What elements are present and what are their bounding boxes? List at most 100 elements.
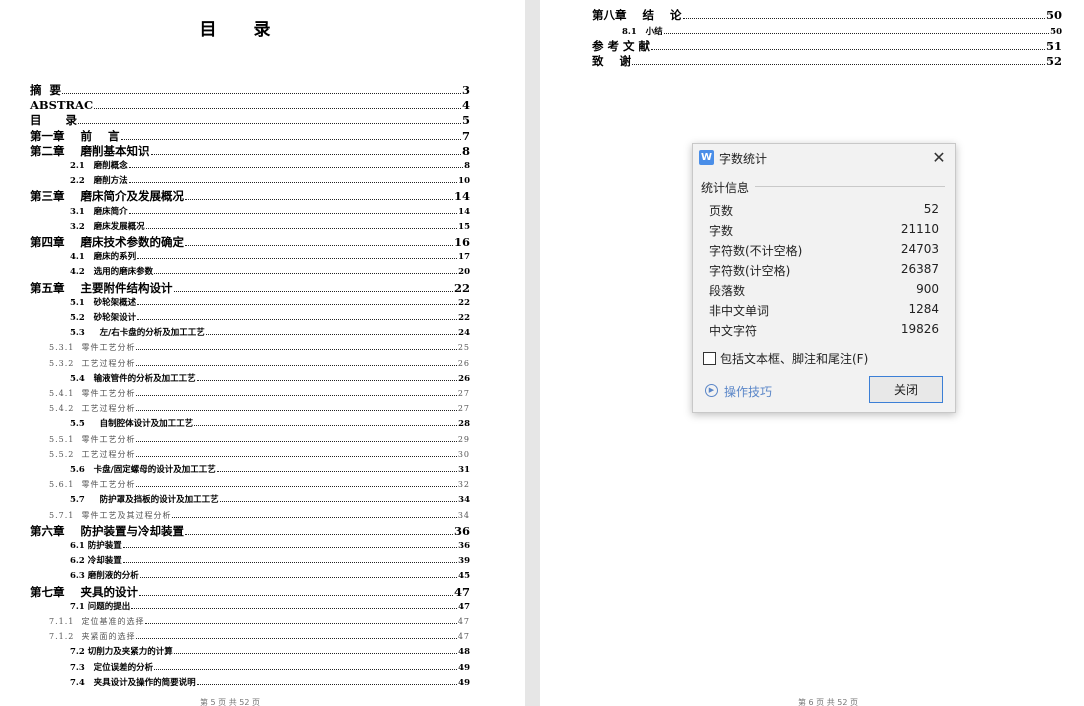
toc-entry[interactable]: 参 考 文 献 51 <box>592 39 1062 53</box>
toc-entry[interactable]: 5.4.1 零件工艺分析 27 <box>49 387 470 401</box>
toc-entry-page: 17 <box>458 252 470 263</box>
toc-entry-title: 第六章 防护装置与冷却装置 <box>30 523 185 538</box>
toc-entry-page: 29 <box>457 434 470 444</box>
toc-entry[interactable]: 第二章 磨削基本知识 8 <box>30 144 470 158</box>
toc-entry-title: 5.4.1 零件工艺分析 <box>49 389 136 398</box>
toc-entry[interactable]: 7.4 夹具设计及操作的简要说明 49 <box>70 676 470 690</box>
stat-label: 段落数 <box>709 284 746 298</box>
dialog-titlebar[interactable]: W 字数统计 ✕ <box>693 144 955 172</box>
dot-leader <box>137 318 458 320</box>
toc-entry[interactable]: 第七章 夹具的设计 47 <box>30 585 470 599</box>
include-textbox-notes-checkbox[interactable] <box>703 352 716 365</box>
toc-entry[interactable]: 第六章 防护装置与冷却装置 36 <box>30 524 470 538</box>
dot-leader <box>150 153 461 155</box>
toc-entry[interactable]: 7.1.2 夹紧面的选择 47 <box>49 630 470 644</box>
toc-entry-title: 2.1 磨削概念 <box>70 161 128 171</box>
toc-entry[interactable]: 致 谢 52 <box>592 54 1062 68</box>
dot-leader <box>136 394 457 396</box>
toc-entry-title: 致 谢 <box>592 54 632 68</box>
toc-entry-page: 25 <box>457 343 470 353</box>
toc-entry-page: 26 <box>458 373 470 384</box>
toc-entry[interactable]: 7.2 切削力及夹紧力的计算 48 <box>70 645 470 659</box>
toc-entry[interactable]: 5.3.2 工艺过程分析 26 <box>49 357 470 371</box>
toc-entry-title: 4.1 磨床的系列 <box>70 252 137 263</box>
toc-entry-title: 5.4.2 工艺过程分析 <box>49 404 136 414</box>
dialog-title: 字数统计 <box>719 152 768 166</box>
toc-entry[interactable]: 5.6.1 零件工艺分析 32 <box>49 478 470 492</box>
toc-entry[interactable]: 7.1.1 定位基准的选择 47 <box>49 615 470 629</box>
toc-entry[interactable]: 5.6 卡盘/固定螺母的设计及加工工艺 31 <box>70 463 470 477</box>
close-icon[interactable]: ✕ <box>929 148 949 168</box>
toc-entry-title: 5.5.1 零件工艺分析 <box>49 434 136 444</box>
toc-entry[interactable]: 5.5.1 零件工艺分析 29 <box>49 433 470 447</box>
toc-entry[interactable]: 7.1 问题的提出 47 <box>70 600 470 614</box>
toc-entry[interactable]: 5.2 砂轮架设计 22 <box>70 311 470 325</box>
toc-entry[interactable]: 6.2 冷却装置 39 <box>70 554 470 568</box>
toc-entry[interactable]: 5.3.1 零件工艺分析 25 <box>49 341 470 355</box>
toc-entry-page: 8 <box>461 143 470 158</box>
dot-leader <box>173 652 458 655</box>
stat-label: 中文字符 <box>709 324 758 338</box>
toc-entry[interactable]: 5.5 自制腔体设计及加工工艺 28 <box>70 417 470 431</box>
dot-leader <box>62 92 461 94</box>
toc-entry-page: 49 <box>458 677 470 688</box>
toc-entry[interactable]: 3.1 磨床简介 14 <box>70 205 470 219</box>
toc-entry[interactable]: ABSTRAC 4 <box>30 98 470 112</box>
close-button[interactable]: 关闭 <box>869 376 943 403</box>
toc-entry-title: 第三章 磨床简介及发展概况 <box>30 189 185 204</box>
toc-entry-title: 5.3.2 工艺过程分析 <box>49 358 136 368</box>
dot-leader <box>205 333 458 336</box>
toc-entry[interactable]: 2.1 磨削概念 8 <box>70 159 470 173</box>
stat-value: 52 <box>923 202 939 216</box>
toc-entry[interactable]: 7.3 定位误差的分析 49 <box>70 661 470 675</box>
toc-entry-title: 5.1 砂轮架概述 <box>70 297 137 308</box>
toc-entry[interactable]: 摘 要 3 <box>30 83 470 97</box>
toc-entry[interactable]: 第四章 磨床技术参数的确定 16 <box>30 235 470 249</box>
dot-leader <box>173 290 453 292</box>
stat-label: 字符数(不计空格) <box>709 244 803 258</box>
toc-entry-title: 5.5.2 工艺过程分析 <box>49 449 136 459</box>
toc-entry[interactable]: 目 录 5 <box>30 113 470 127</box>
toc-entry[interactable]: 5.7.1 零件工艺及其过程分析 34 <box>49 509 470 523</box>
toc-entry[interactable]: 3.2 磨床发展概况 15 <box>70 220 470 234</box>
toc-entry[interactable]: 4.2 选用的磨床参数 20 <box>70 265 470 279</box>
dot-leader <box>136 440 457 442</box>
toc-entry[interactable]: 第一章 前 言 7 <box>30 129 470 143</box>
stat-label: 非中文单词 <box>709 304 770 318</box>
stat-value: 19826 <box>900 322 939 336</box>
toc-entry[interactable]: 5.3 左/右卡盘的分析及加工工艺 24 <box>70 326 470 340</box>
tips-link[interactable]: 操作技巧 <box>724 383 772 400</box>
toc-entry-title: 第五章 主要附件结构设计 <box>30 280 173 295</box>
toc-entry[interactable]: 6.3 磨削液的分析 45 <box>70 569 470 583</box>
toc-entry-page: 22 <box>453 280 470 295</box>
toc-entry-title: 7.4 夹具设计及操作的简要说明 <box>70 677 196 688</box>
wps-writer-icon: W <box>699 150 714 165</box>
toc-entry[interactable]: 5.1 砂轮架概述 22 <box>70 296 470 310</box>
dot-leader <box>154 668 458 670</box>
toc-entry[interactable]: 5.4.2 工艺过程分析 27 <box>49 402 470 416</box>
dot-leader <box>128 212 458 214</box>
toc-entry[interactable]: 第八章 结 论 50 <box>592 8 1062 22</box>
toc-entry[interactable]: 5.4 输液管件的分析及加工工艺 26 <box>70 372 470 386</box>
stat-value: 900 <box>916 282 939 296</box>
toc-entry[interactable]: 6.1 防护装置 36 <box>70 539 470 553</box>
include-textbox-notes-label[interactable]: 包括文本框、脚注和尾注(F) <box>720 350 868 367</box>
stat-label: 字数 <box>709 224 734 238</box>
play-circle-icon[interactable]: ▶ <box>705 384 718 397</box>
toc-entry-page: 45 <box>458 571 470 582</box>
dot-leader <box>128 166 464 168</box>
toc-entry-page: 36 <box>453 523 470 538</box>
toc-entry-page: 14 <box>453 189 470 204</box>
toc-entry[interactable]: 第五章 主要附件结构设计 22 <box>30 281 470 295</box>
toc-entry[interactable]: 5.7 防护罩及挡板的设计及加工工艺 34 <box>70 493 470 507</box>
toc-entry[interactable]: 8.1 小结 50 <box>622 25 1062 39</box>
dot-leader <box>651 48 1045 50</box>
toc-entry-page: 47 <box>457 617 470 626</box>
toc-entry-title: 7.1 问题的提出 <box>70 601 131 612</box>
toc-entry-title: 7.1.2 夹紧面的选择 <box>49 632 136 642</box>
toc-entry[interactable]: 第三章 磨床简介及发展概况 14 <box>30 189 470 203</box>
toc-entry[interactable]: 5.5.2 工艺过程分析 30 <box>49 448 470 462</box>
toc-entry[interactable]: 2.2 磨削方法 10 <box>70 174 470 188</box>
toc-entry[interactable]: 4.1 磨床的系列 17 <box>70 250 470 264</box>
toc-entry-title: 目 录 <box>30 113 78 128</box>
